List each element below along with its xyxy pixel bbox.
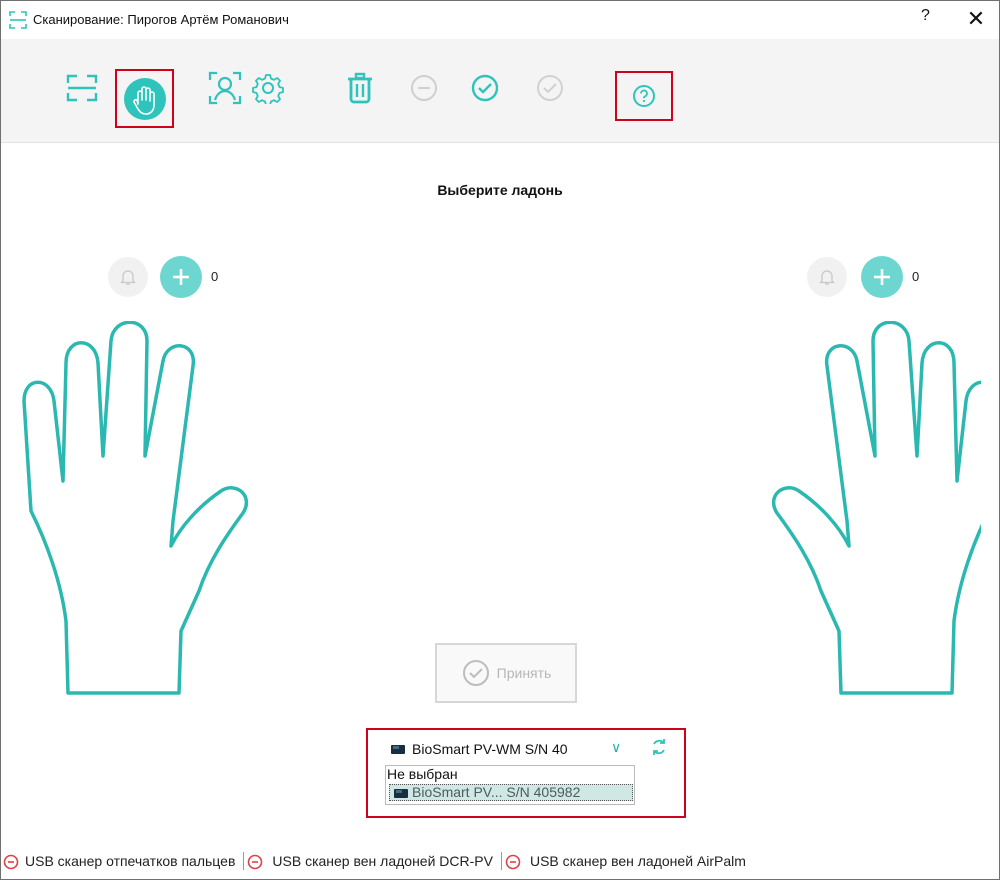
check-circle-icon xyxy=(462,660,489,686)
right-alert-button[interactable] xyxy=(807,257,847,297)
plus-icon xyxy=(874,269,890,285)
palm-mode-button[interactable] xyxy=(115,69,174,128)
plus-icon xyxy=(173,269,189,285)
device-option-biosmart[interactable]: BioSmart PV... S/N 405982 xyxy=(389,784,633,801)
window-title: Сканирование: Пирогов Артём Романович xyxy=(33,12,289,27)
scan-frame-icon xyxy=(66,74,98,102)
instruction-text: Выберите ладонь xyxy=(437,182,563,198)
device-option-none[interactable]: Не выбран xyxy=(387,766,458,782)
scan-window: Сканирование: Пирогов Артём Романович ? … xyxy=(0,0,1000,880)
settings-icon xyxy=(252,74,284,104)
refresh-icon[interactable] xyxy=(649,737,669,757)
minus-circle-icon xyxy=(3,854,19,870)
accept-label: Принять xyxy=(496,665,552,681)
status-label: USB сканер вен ладоней DCR-PV xyxy=(272,853,493,869)
left-add-button[interactable] xyxy=(160,256,202,298)
right-add-button[interactable] xyxy=(861,256,903,298)
left-hand-outline[interactable] xyxy=(21,321,281,721)
status-label: USB сканер вен ладоней AirPalm xyxy=(529,853,746,869)
status-fingerprint-scanner: USB сканер отпечатков пальцев xyxy=(3,853,243,870)
bell-off-icon xyxy=(119,270,137,285)
status-airpalm-scanner: USB сканер вен ладоней AirPalm xyxy=(502,853,754,870)
toolbar xyxy=(1,39,999,143)
scanner-device-icon xyxy=(394,789,408,798)
face-scan-icon xyxy=(208,71,242,105)
bell-off-icon xyxy=(818,270,836,285)
face-mode-button[interactable] xyxy=(203,66,247,110)
minus-circle-icon xyxy=(411,75,437,101)
help-circle-icon xyxy=(633,85,655,107)
trash-icon xyxy=(348,72,372,104)
right-count: 0 xyxy=(912,269,920,284)
device-select[interactable]: BioSmart PV-WM S/N 40 xyxy=(390,741,568,757)
minus-circle-icon xyxy=(248,854,263,870)
right-hand-outline[interactable] xyxy=(721,321,981,721)
scanner-device-icon xyxy=(391,745,405,754)
device-select-value: BioSmart PV-WM S/N 40 xyxy=(412,741,568,757)
left-alert-button[interactable] xyxy=(108,257,148,297)
minus-circle-icon xyxy=(505,854,521,870)
check-circle-disabled-icon xyxy=(537,75,563,101)
delete-button[interactable] xyxy=(338,66,382,110)
settings-button[interactable] xyxy=(246,66,290,110)
device-option-label: BioSmart PV... S/N 405982 xyxy=(412,784,581,800)
status-bar: USB сканер отпечатков пальцев USB сканер… xyxy=(1,849,999,873)
remove-button[interactable] xyxy=(402,66,446,110)
check-circle-icon xyxy=(471,74,499,102)
title-bar: Сканирование: Пирогов Артём Романович ? … xyxy=(1,1,999,39)
accept-button[interactable]: Принять xyxy=(435,643,577,703)
help-title-button[interactable]: ? xyxy=(921,7,930,25)
scan-mode-button[interactable] xyxy=(60,66,104,110)
status-dcr-pv-scanner: USB сканер вен ладоней DCR-PV xyxy=(244,853,501,870)
confirm-button[interactable] xyxy=(463,66,507,110)
confirm-all-button[interactable] xyxy=(528,66,572,110)
scan-frame-icon xyxy=(9,11,27,29)
left-count: 0 xyxy=(211,269,219,284)
close-button[interactable]: ✕ xyxy=(961,4,991,34)
palm-icon xyxy=(123,77,166,120)
status-label: USB сканер отпечатков пальцев xyxy=(25,853,236,869)
help-button[interactable] xyxy=(615,71,673,121)
chevron-down-icon[interactable]: ∨ xyxy=(611,739,621,756)
